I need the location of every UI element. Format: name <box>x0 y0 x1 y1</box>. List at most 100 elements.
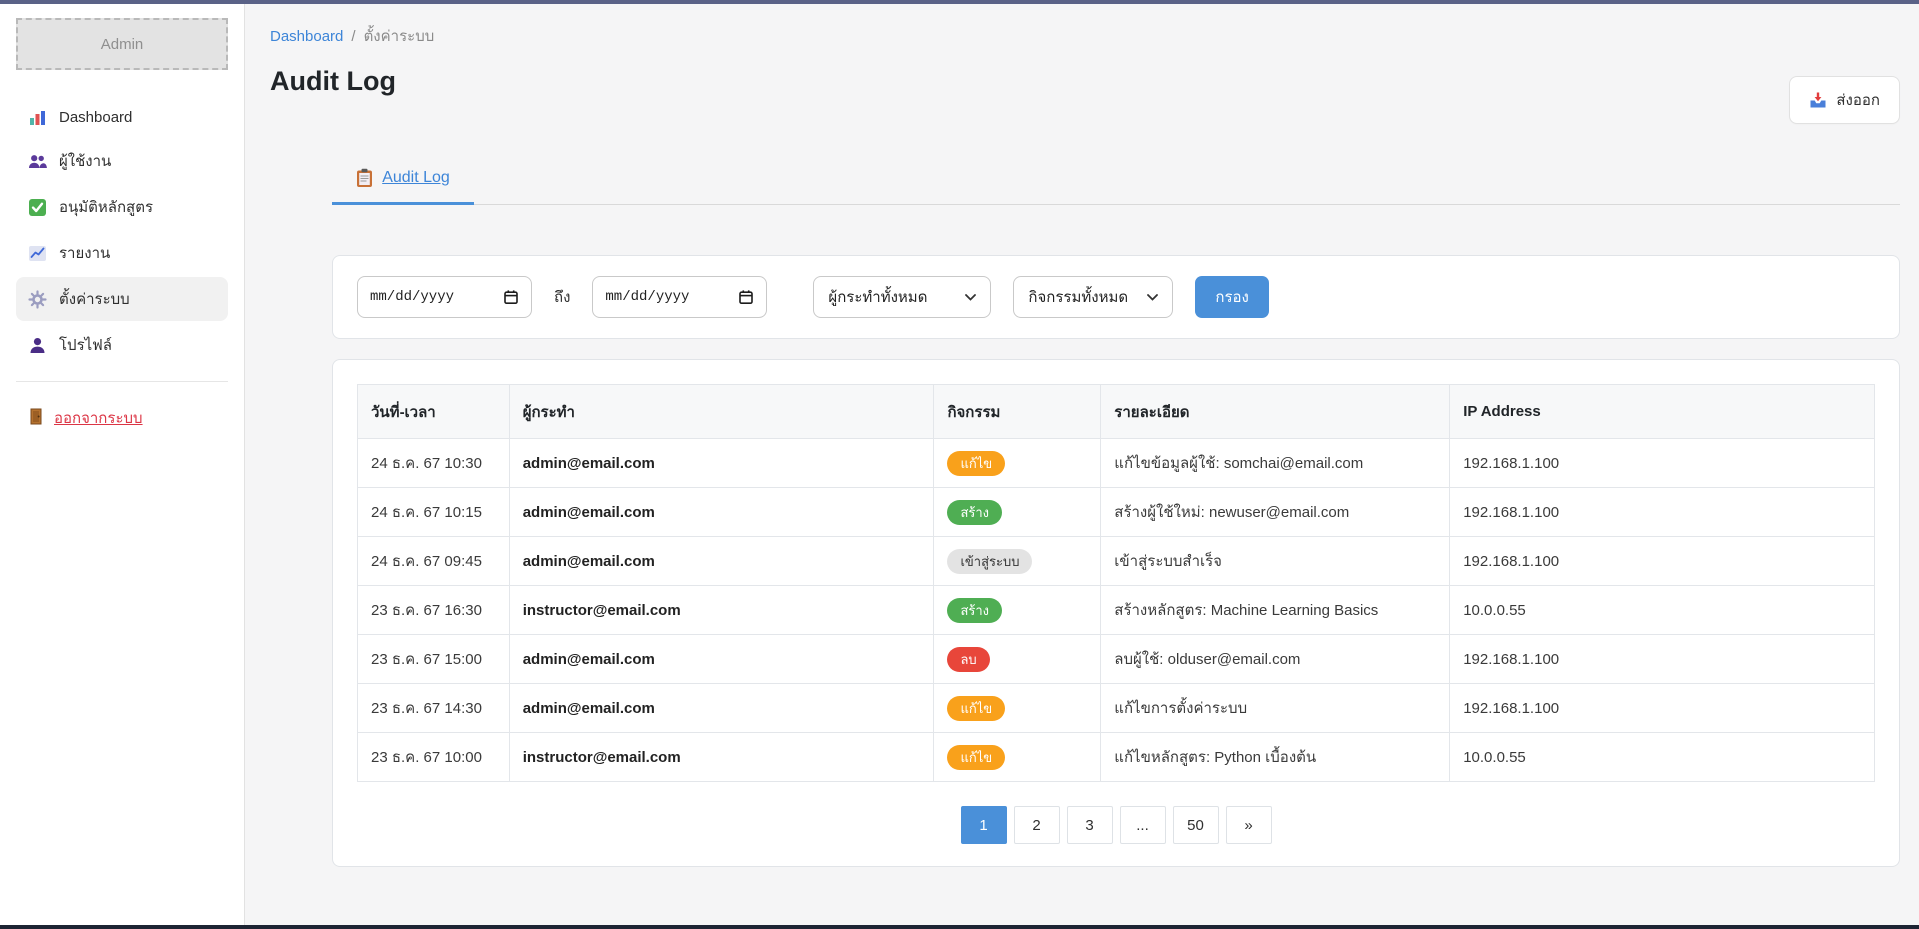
export-icon <box>1809 91 1827 109</box>
check-box-icon <box>28 198 47 217</box>
cell-details: สร้างผู้ใช้ใหม่: newuser@email.com <box>1101 488 1450 537</box>
users-icon <box>28 152 47 171</box>
sidebar-item-users[interactable]: ผู้ใช้งาน <box>16 139 228 183</box>
activity-badge: แก้ไข <box>947 696 1005 721</box>
activity-badge: สร้าง <box>947 500 1002 525</box>
cell-activity: แก้ไข <box>934 439 1101 488</box>
activity-badge: แก้ไข <box>947 451 1005 476</box>
cell-datetime: 23 ธ.ค. 67 14:30 <box>358 684 510 733</box>
activity-select[interactable]: กิจกรรมทั้งหมด <box>1013 276 1173 318</box>
cell-ip: 192.168.1.100 <box>1450 684 1875 733</box>
cell-activity: สร้าง <box>934 586 1101 635</box>
cell-actor: admin@email.com <box>509 537 934 586</box>
sidebar-divider <box>16 381 228 382</box>
clipboard-icon <box>356 168 373 188</box>
column-header-activity: กิจกรรม <box>934 385 1101 439</box>
pagination-page-3[interactable]: 3 <box>1067 806 1113 844</box>
calendar-icon <box>738 289 754 305</box>
breadcrumb-separator: / <box>351 28 355 45</box>
column-header-ip: IP Address <box>1450 385 1875 439</box>
actor-select[interactable]: ผู้กระทำทั้งหมด <box>813 276 991 318</box>
filter-panel: mm/dd/yyyy ถึง mm/dd/yyyy ผู้กระทำทั้งหม… <box>332 255 1900 339</box>
table-row: 24 ธ.ค. 67 10:15 admin@email.com สร้าง ส… <box>358 488 1875 537</box>
main-content: Dashboard / ตั้งค่าระบบ Audit Log ส่งออก <box>245 4 1919 925</box>
calendar-icon <box>503 289 519 305</box>
sidebar-item-label: ผู้ใช้งาน <box>59 149 111 173</box>
cell-activity: เข้าสู่ระบบ <box>934 537 1101 586</box>
cell-datetime: 24 ธ.ค. 67 09:45 <box>358 537 510 586</box>
sidebar: Admin Dashboard ผู้ใช้งาน อนุมัติหลักสูต… <box>0 4 245 925</box>
column-header-actor: ผู้กระทำ <box>509 385 934 439</box>
cell-actor: admin@email.com <box>509 488 934 537</box>
pagination: 1 2 3 ... 50 » <box>357 806 1875 844</box>
tab-audit-log[interactable]: Audit Log <box>332 160 474 205</box>
sidebar-item-dashboard[interactable]: Dashboard <box>16 98 228 137</box>
actor-select-value: ผู้กระทำทั้งหมด <box>828 285 927 309</box>
cell-details: แก้ไขข้อมูลผู้ใช้: somchai@email.com <box>1101 439 1450 488</box>
trend-chart-icon <box>28 244 47 263</box>
cell-ip: 10.0.0.55 <box>1450 733 1875 782</box>
table-row: 24 ธ.ค. 67 09:45 admin@email.com เข้าสู่… <box>358 537 1875 586</box>
sidebar-item-system-settings[interactable]: ตั้งค่าระบบ <box>16 277 228 321</box>
audit-log-panel: วันที่-เวลา ผู้กระทำ กิจกรรม รายละเอียด … <box>332 359 1900 867</box>
sidebar-item-label: อนุมัติหลักสูตร <box>59 195 153 219</box>
cell-activity: แก้ไข <box>934 733 1101 782</box>
cell-actor: instructor@email.com <box>509 733 934 782</box>
date-range-to-label: ถึง <box>554 285 570 309</box>
logout-label: ออกจากระบบ <box>54 406 143 430</box>
cell-details: แก้ไขหลักสูตร: Python เบื้องต้น <box>1101 733 1450 782</box>
table-header-row: วันที่-เวลา ผู้กระทำ กิจกรรม รายละเอียด … <box>358 385 1875 439</box>
breadcrumb: Dashboard / ตั้งค่าระบบ <box>270 24 1900 48</box>
logout-link[interactable]: ออกจากระบบ <box>16 400 228 436</box>
sidebar-item-label: ตั้งค่าระบบ <box>59 287 130 311</box>
gear-icon <box>28 290 47 309</box>
table-row: 24 ธ.ค. 67 10:30 admin@email.com แก้ไข แ… <box>358 439 1875 488</box>
cell-details: ลบผู้ใช้: olduser@email.com <box>1101 635 1450 684</box>
breadcrumb-dashboard-link[interactable]: Dashboard <box>270 28 343 45</box>
cell-details: แก้ไขการตั้งค่าระบบ <box>1101 684 1450 733</box>
activity-badge: สร้าง <box>947 598 1002 623</box>
cell-actor: admin@email.com <box>509 439 934 488</box>
cell-actor: admin@email.com <box>509 684 934 733</box>
tab-bar: Audit Log <box>332 160 1900 205</box>
date-to-input[interactable]: mm/dd/yyyy <box>592 276 767 318</box>
table-row: 23 ธ.ค. 67 10:00 instructor@email.com แก… <box>358 733 1875 782</box>
window-bottom-strip <box>0 925 1919 929</box>
column-header-datetime: วันที่-เวลา <box>358 385 510 439</box>
cell-ip: 192.168.1.100 <box>1450 635 1875 684</box>
bar-chart-icon <box>28 108 47 127</box>
cell-actor: instructor@email.com <box>509 586 934 635</box>
pagination-next[interactable]: » <box>1226 806 1272 844</box>
cell-datetime: 24 ธ.ค. 67 10:15 <box>358 488 510 537</box>
tab-label: Audit Log <box>382 169 450 187</box>
person-icon <box>28 336 47 355</box>
cell-activity: สร้าง <box>934 488 1101 537</box>
sidebar-item-approve-courses[interactable]: อนุมัติหลักสูตร <box>16 185 228 229</box>
pagination-page-1[interactable]: 1 <box>961 806 1007 844</box>
brand-placeholder: Admin <box>16 18 228 70</box>
cell-ip: 192.168.1.100 <box>1450 488 1875 537</box>
table-row: 23 ธ.ค. 67 16:30 instructor@email.com สร… <box>358 586 1875 635</box>
audit-log-table: วันที่-เวลา ผู้กระทำ กิจกรรม รายละเอียด … <box>357 384 1875 782</box>
sidebar-nav: Dashboard ผู้ใช้งาน อนุมัติหลักสูตร รายง… <box>16 98 228 367</box>
cell-activity: แก้ไข <box>934 684 1101 733</box>
cell-ip: 192.168.1.100 <box>1450 537 1875 586</box>
table-row: 23 ธ.ค. 67 15:00 admin@email.com ลบ ลบผู… <box>358 635 1875 684</box>
breadcrumb-current: ตั้งค่าระบบ <box>364 24 435 48</box>
sidebar-item-label: Dashboard <box>59 109 132 126</box>
activity-badge: เข้าสู่ระบบ <box>947 549 1032 574</box>
sidebar-item-reports[interactable]: รายงาน <box>16 231 228 275</box>
sidebar-item-label: รายงาน <box>59 241 110 265</box>
sidebar-item-profile[interactable]: โปรไฟล์ <box>16 323 228 367</box>
export-button[interactable]: ส่งออก <box>1789 76 1900 124</box>
date-to-value: mm/dd/yyyy <box>605 289 689 305</box>
activity-badge: แก้ไข <box>947 745 1005 770</box>
pagination-ellipsis[interactable]: ... <box>1120 806 1166 844</box>
cell-datetime: 24 ธ.ค. 67 10:30 <box>358 439 510 488</box>
cell-ip: 192.168.1.100 <box>1450 439 1875 488</box>
filter-button[interactable]: กรอง <box>1195 276 1268 318</box>
pagination-page-2[interactable]: 2 <box>1014 806 1060 844</box>
chevron-down-icon <box>965 294 976 301</box>
pagination-page-50[interactable]: 50 <box>1173 806 1219 844</box>
date-from-input[interactable]: mm/dd/yyyy <box>357 276 532 318</box>
